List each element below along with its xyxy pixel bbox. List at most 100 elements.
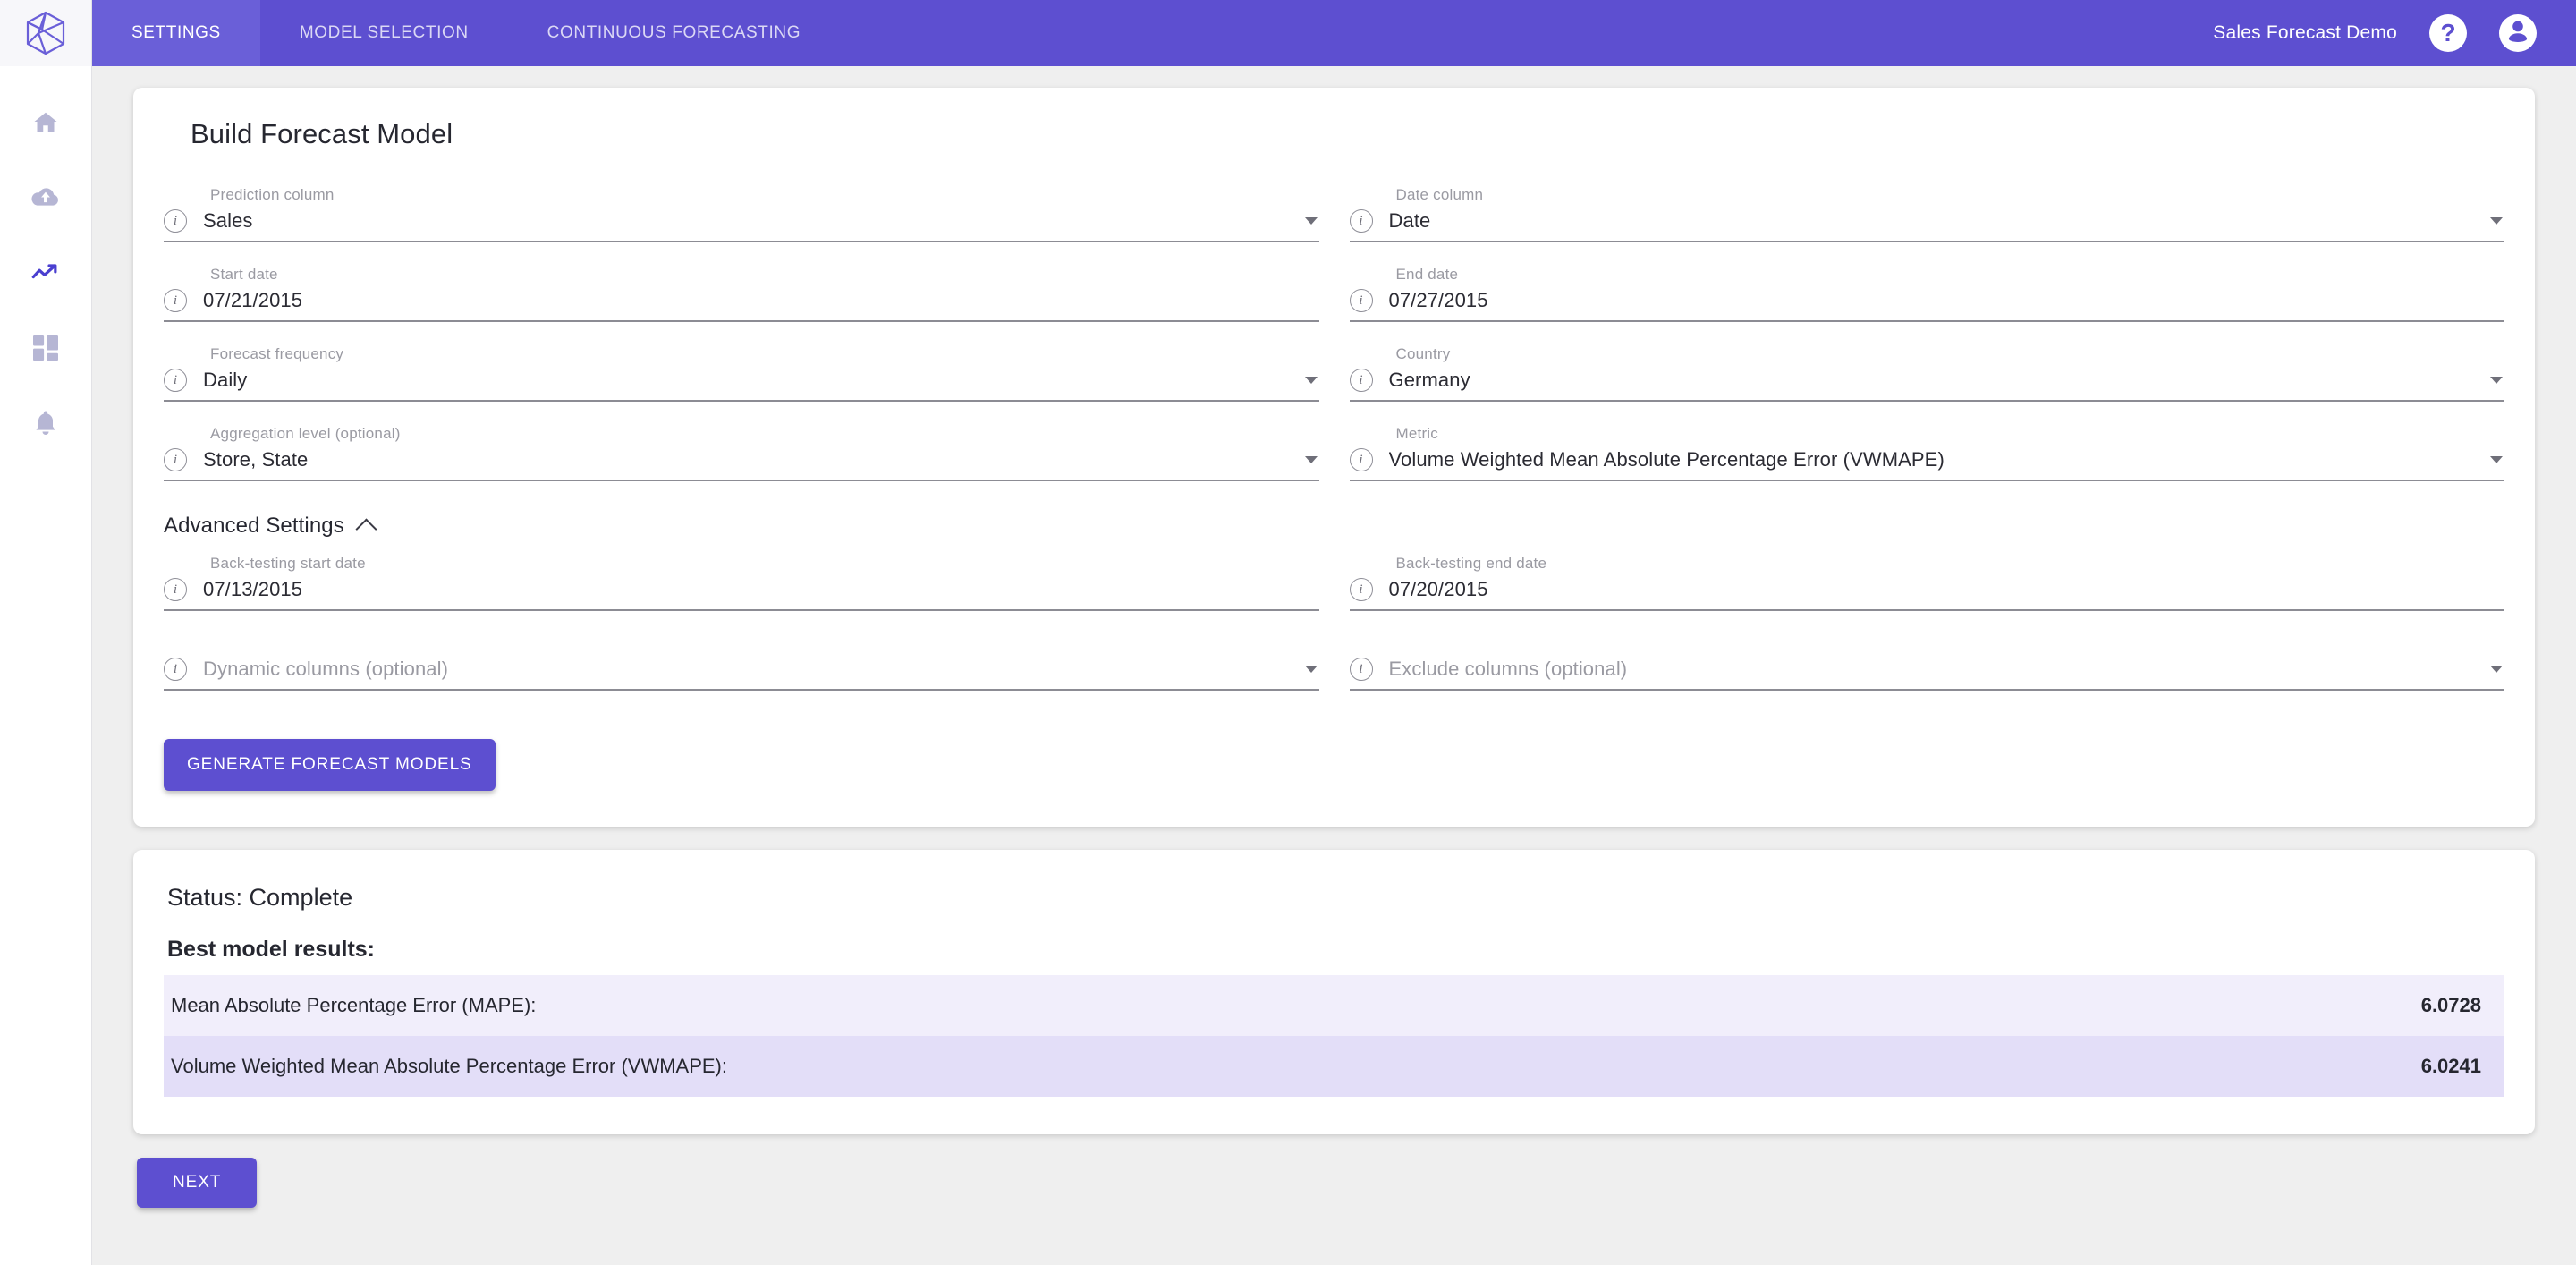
chevron-down-icon[interactable] — [2490, 456, 2503, 463]
trending-up-icon — [31, 261, 60, 284]
field-date-column: Date column i Date — [1349, 174, 2504, 248]
chevron-down-icon[interactable] — [1304, 666, 1318, 673]
info-icon[interactable]: i — [164, 448, 187, 471]
form-row-3: Forecast frequency i Daily Country i Ger… — [164, 333, 2504, 407]
field-backtest-end-date: Back-testing end date i 07/20/2015 — [1349, 542, 2505, 616]
backtest-start-date-label: Back-testing start date — [210, 555, 366, 572]
tab-continuous-forecasting[interactable]: CONTINUOUS FORECASTING — [508, 0, 840, 66]
sidebar-item-home[interactable] — [18, 104, 73, 141]
info-icon[interactable]: i — [164, 578, 187, 601]
tab-model-selection[interactable]: MODEL SELECTION — [260, 0, 508, 66]
dynamic-columns-label — [210, 634, 1319, 653]
tab-model-selection-label: MODEL SELECTION — [299, 23, 469, 42]
chevron-down-icon[interactable] — [2490, 666, 2503, 673]
exclude-columns-input[interactable]: Exclude columns (optional) — [1389, 658, 2475, 681]
result-value: 6.0728 — [2420, 994, 2481, 1016]
chevron-down-icon[interactable] — [1304, 456, 1318, 463]
form-row-2: Start date i 07/21/2015 End date i 07/27… — [164, 253, 2504, 327]
chevron-down-icon[interactable] — [2490, 377, 2503, 384]
field-forecast-frequency: Forecast frequency i Daily — [164, 333, 1319, 407]
field-start-date: Start date i 07/21/2015 — [164, 253, 1319, 327]
page-content: Build Forecast Model Prediction column i… — [92, 66, 2576, 1265]
info-icon[interactable]: i — [164, 289, 187, 312]
dashboard-grid-icon — [33, 335, 58, 361]
start-date-value[interactable]: 07/21/2015 — [203, 289, 1319, 312]
tab-continuous-forecasting-label: CONTINUOUS FORECASTING — [547, 23, 801, 42]
chevron-down-icon[interactable] — [2490, 217, 2503, 225]
header-actions: Sales Forecast Demo ? — [2213, 0, 2576, 66]
start-date-label: Start date — [210, 266, 278, 283]
date-column-value[interactable]: Date — [1389, 209, 2475, 233]
form-row-5: Back-testing start date i 07/13/2015 Bac… — [164, 542, 2504, 616]
sidebar-nav — [0, 66, 91, 442]
forecast-frequency-label: Forecast frequency — [210, 345, 344, 362]
form-row-6: i Dynamic columns (optional) i Exclude c… — [164, 622, 2504, 696]
sidebar-item-dashboard[interactable] — [18, 329, 73, 367]
end-date-value[interactable]: 07/27/2015 — [1389, 289, 2505, 312]
chevron-down-icon[interactable] — [1304, 217, 1318, 225]
field-aggregation-level: Aggregation level (optional) i Store, St… — [164, 412, 1319, 487]
end-date-label: End date — [1395, 266, 1459, 283]
sidebar — [0, 0, 92, 1265]
app-root: SETTINGS MODEL SELECTION CONTINUOUS FORE… — [0, 0, 2576, 1265]
chevron-up-icon — [355, 517, 377, 540]
question-mark-icon: ? — [2440, 19, 2456, 47]
sidebar-item-notifications[interactable] — [18, 404, 73, 442]
info-icon[interactable]: i — [1349, 289, 1373, 312]
aggregation-level-label: Aggregation level (optional) — [210, 425, 401, 442]
country-label: Country — [1395, 345, 1451, 362]
home-icon — [32, 109, 59, 136]
backtest-end-date-label: Back-testing end date — [1395, 555, 1547, 572]
result-label: Volume Weighted Mean Absolute Percentage… — [171, 1055, 727, 1077]
result-row-vwmape: Volume Weighted Mean Absolute Percentage… — [164, 1036, 2504, 1097]
app-header: SETTINGS MODEL SELECTION CONTINUOUS FORE… — [92, 0, 2576, 66]
info-icon[interactable]: i — [1349, 209, 1373, 233]
result-row-mape: Mean Absolute Percentage Error (MAPE): 6… — [164, 975, 2504, 1036]
field-prediction-column: Prediction column i Sales — [164, 174, 1319, 248]
country-value[interactable]: Germany — [1389, 369, 2475, 392]
advanced-settings-label: Advanced Settings — [164, 514, 344, 538]
tab-settings-label: SETTINGS — [131, 23, 221, 42]
metric-value[interactable]: Volume Weighted Mean Absolute Percentage… — [1389, 448, 2475, 471]
dynamic-columns-input[interactable]: Dynamic columns (optional) — [203, 658, 1289, 681]
info-icon[interactable]: i — [1349, 369, 1373, 392]
prediction-column-value[interactable]: Sales — [203, 209, 1289, 233]
backtest-end-date-value[interactable]: 07/20/2015 — [1389, 578, 2505, 601]
info-icon[interactable]: i — [164, 209, 187, 233]
app-logo — [0, 0, 91, 66]
tab-settings[interactable]: SETTINGS — [92, 0, 260, 66]
field-country: Country i Germany — [1349, 333, 2504, 407]
chevron-down-icon[interactable] — [1304, 377, 1318, 384]
page-title: Build Forecast Model — [191, 118, 453, 149]
status-card: Status: Complete Best model results: Mea… — [133, 850, 2535, 1134]
sidebar-item-forecasting[interactable] — [18, 254, 73, 292]
best-model-results-title: Best model results: — [167, 937, 376, 962]
result-label: Mean Absolute Percentage Error (MAPE): — [171, 994, 537, 1016]
main-tabs: SETTINGS MODEL SELECTION CONTINUOUS FORE… — [92, 0, 840, 66]
info-icon[interactable]: i — [164, 658, 187, 681]
build-forecast-model-card: Build Forecast Model Prediction column i… — [133, 88, 2535, 827]
advanced-settings-toggle[interactable]: Advanced Settings — [164, 514, 2504, 540]
aggregation-level-value[interactable]: Store, State — [203, 448, 1289, 471]
form-row-4: Aggregation level (optional) i Store, St… — [164, 412, 2504, 487]
info-icon[interactable]: i — [1349, 578, 1373, 601]
field-dynamic-columns: i Dynamic columns (optional) — [164, 622, 1319, 696]
field-backtest-start-date: Back-testing start date i 07/13/2015 — [164, 542, 1319, 616]
project-title: Sales Forecast Demo — [2213, 22, 2397, 43]
form-row-1: Prediction column i Sales Date column i — [164, 174, 2504, 248]
next-button[interactable]: NEXT — [137, 1158, 258, 1208]
user-account-button[interactable] — [2499, 14, 2537, 52]
generate-forecast-models-button[interactable]: GENERATE FORECAST MODELS — [164, 739, 496, 791]
forecast-frequency-value[interactable]: Daily — [203, 369, 1289, 392]
backtest-start-date-value[interactable]: 07/13/2015 — [203, 578, 1319, 601]
prediction-column-label: Prediction column — [210, 186, 335, 203]
cloud-upload-icon — [31, 184, 60, 211]
sidebar-item-upload[interactable] — [18, 179, 73, 216]
exclude-columns-label — [1396, 634, 2505, 653]
info-icon[interactable]: i — [164, 369, 187, 392]
info-icon[interactable]: i — [1349, 448, 1373, 471]
field-end-date: End date i 07/27/2015 — [1349, 253, 2505, 327]
help-button[interactable]: ? — [2429, 14, 2467, 52]
user-avatar-icon — [2503, 16, 2533, 51]
info-icon[interactable]: i — [1349, 658, 1373, 681]
